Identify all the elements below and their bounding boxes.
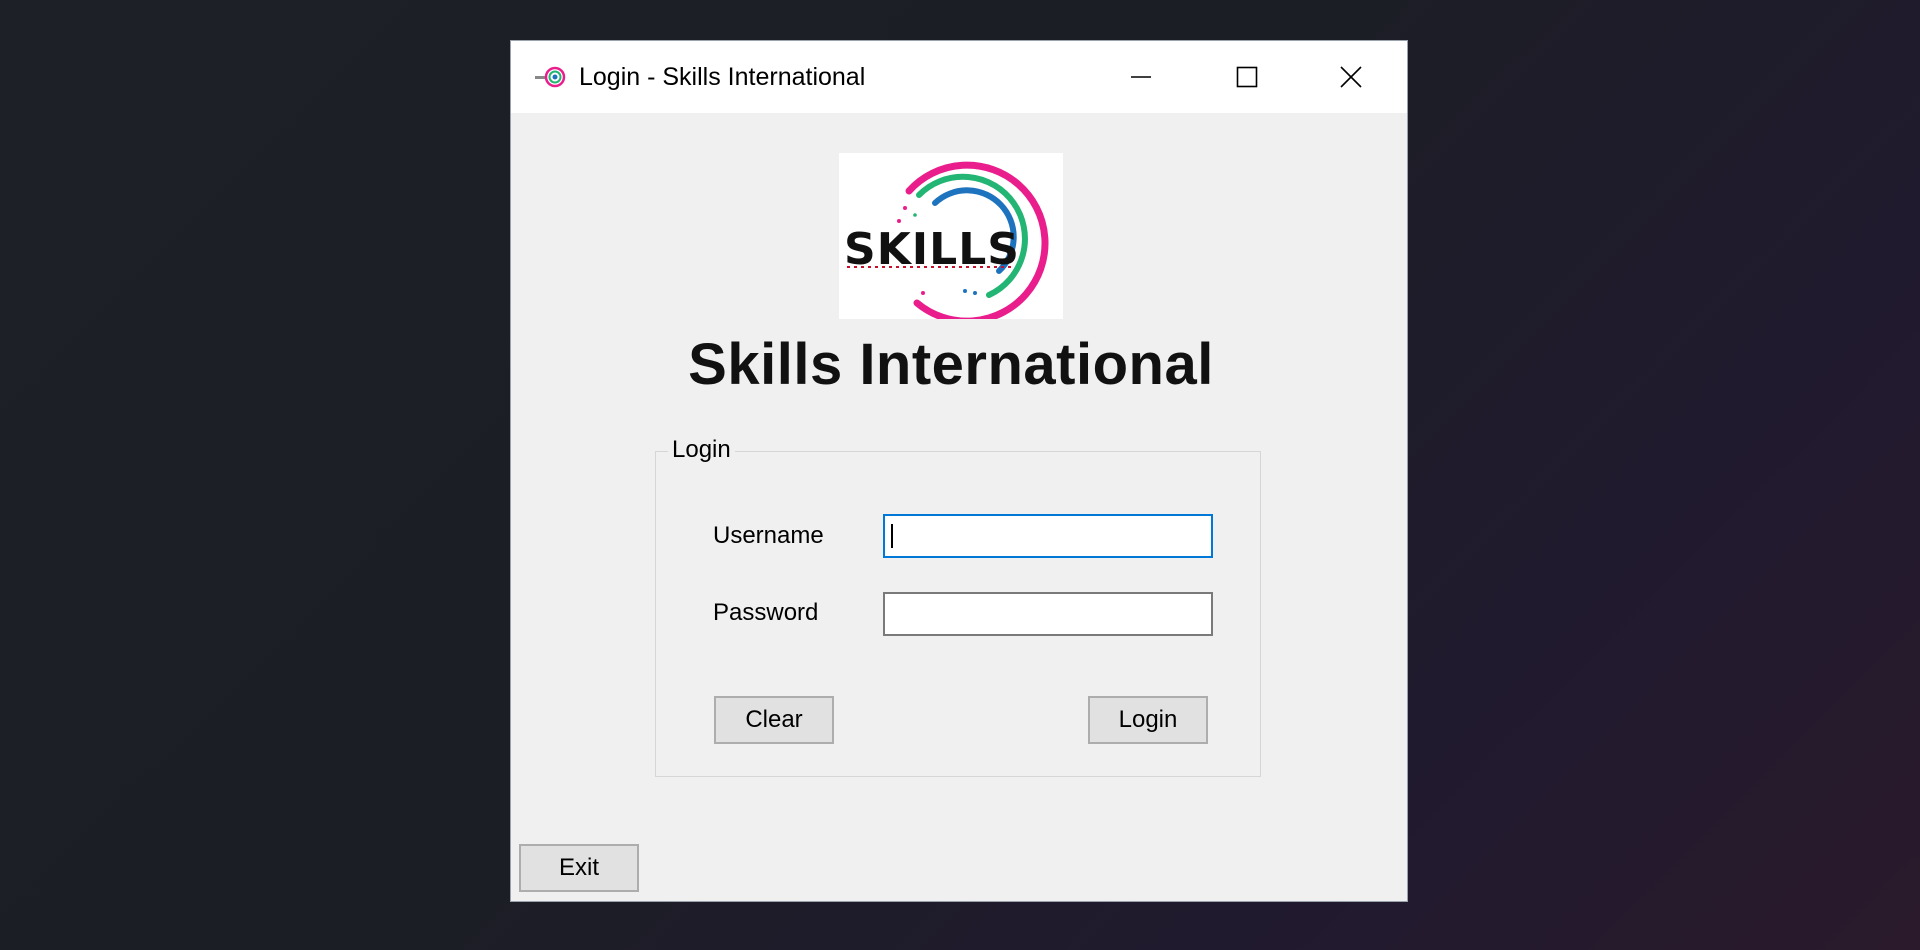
exit-button[interactable]: Exit <box>519 844 639 892</box>
minimize-button[interactable] <box>1091 41 1191 113</box>
login-button[interactable]: Login <box>1088 696 1208 744</box>
window-title: Login - Skills International <box>579 63 866 91</box>
brand-title: Skills International <box>688 332 1214 397</box>
username-label: Username <box>713 522 824 549</box>
text-caret <box>891 524 893 548</box>
logo-text: SKILLS <box>844 224 1020 275</box>
username-input[interactable] <box>883 514 1213 558</box>
close-icon <box>1340 66 1362 88</box>
clear-button[interactable]: Clear <box>714 696 834 744</box>
password-label: Password <box>713 599 819 626</box>
groupbox-legend: Login <box>668 436 735 464</box>
login-groupbox: Login Username Password Clear Login <box>655 436 1261 777</box>
maximize-icon <box>1236 66 1258 88</box>
login-window: Login - Skills International SKILLS Skil… <box>510 40 1408 902</box>
app-icon <box>535 66 566 88</box>
maximize-button[interactable] <box>1197 41 1297 113</box>
close-button[interactable] <box>1301 41 1401 113</box>
skills-logo-graphic: SKILLS <box>844 161 1049 325</box>
password-input[interactable] <box>883 592 1213 636</box>
title-bar[interactable]: Login - Skills International <box>511 41 1407 113</box>
skills-logo: SKILLS <box>839 153 1063 325</box>
minimize-icon <box>1131 76 1151 78</box>
